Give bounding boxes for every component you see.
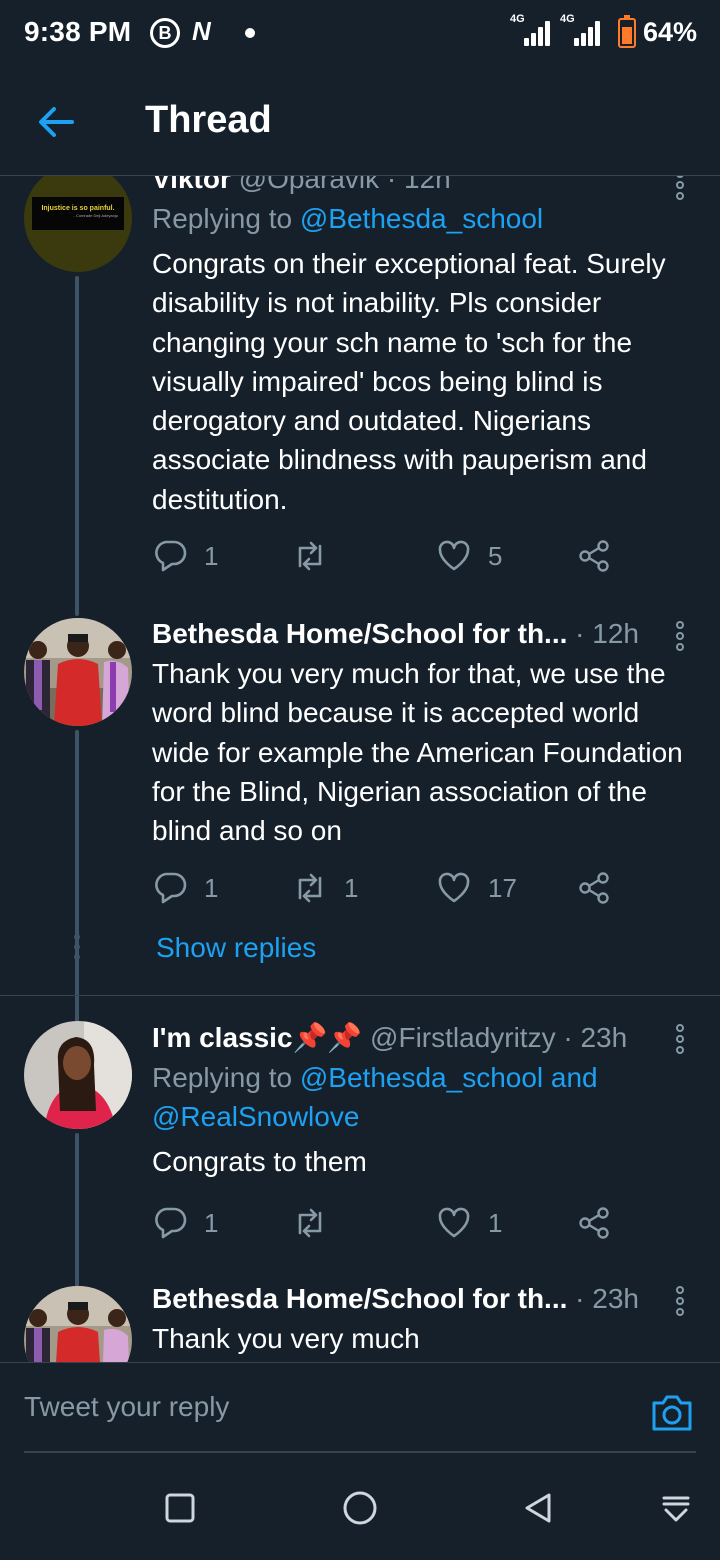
retweet-icon: [298, 1208, 322, 1238]
share-button[interactable]: [576, 868, 612, 908]
avatar-image: [24, 1286, 132, 1362]
tweet-time: 23h: [592, 1283, 639, 1314]
divider: [0, 995, 720, 996]
thread-feed[interactable]: Injustice is so painful. - Comrade Deji …: [0, 176, 720, 1362]
author-name[interactable]: I'm classic📌📌: [152, 1022, 362, 1053]
tweet-actions: 1 1 17: [152, 868, 652, 908]
avatar[interactable]: Injustice is so painful. - Comrade Deji …: [24, 176, 132, 272]
like-button[interactable]: 5: [436, 536, 502, 576]
heart-icon: [438, 1207, 470, 1238]
share-icon: [579, 872, 609, 904]
tweet-time: 12h: [592, 618, 639, 649]
avatar-image: Injustice is so painful. - Comrade Deji …: [32, 197, 124, 230]
share-icon: [579, 540, 609, 572]
separator: ·: [575, 618, 585, 649]
like-count: 5: [488, 540, 503, 571]
show-replies-link[interactable]: Show replies: [156, 932, 316, 964]
reply-count: 1: [204, 540, 219, 571]
tweet-text: Congrats on their exceptional feat. Sure…: [152, 248, 666, 515]
author-handle[interactable]: @Oparavik: [239, 176, 379, 194]
page-title: Thread: [145, 99, 272, 141]
tweet-actions: 1 5: [152, 536, 652, 576]
tweet-header: Viktor @Oparavik · 12h: [152, 176, 697, 199]
replying-to: Replying to @Bethesda_school and @RealSn…: [152, 1062, 598, 1132]
tweet-header: I'm classic📌📌 @Firstladyritzy · 23h: [152, 1018, 697, 1058]
retweet-count: 1: [344, 872, 359, 903]
reply-count: 1: [204, 1207, 219, 1238]
status-time: 9:38 PM: [24, 16, 132, 47]
like-count: 1: [488, 1207, 503, 1238]
avatar[interactable]: [24, 1021, 132, 1129]
reply-bar: Tweet your reply: [0, 1362, 720, 1460]
b-notification-icon: B: [150, 18, 180, 48]
tweet-header: Bethesda Home/School for th... · 23h: [152, 1279, 697, 1319]
replying-to: Replying to @Bethesda_school: [152, 203, 544, 234]
mention-link[interactable]: @Bethesda_school: [300, 203, 543, 234]
more-options-icon[interactable]: [670, 176, 690, 204]
reply-button[interactable]: 1: [152, 1203, 218, 1243]
reply-icon: [155, 872, 187, 904]
avatar-image: [24, 1021, 132, 1129]
tweet-time: 12h: [404, 176, 451, 194]
home-circle-icon[interactable]: [342, 1490, 378, 1531]
retweet-icon: [298, 541, 322, 571]
avatar-image: [24, 618, 132, 726]
tweet-text: Congrats to them: [152, 1146, 367, 1177]
thread-header: Thread: [0, 64, 720, 176]
reply-button[interactable]: 1: [152, 536, 218, 576]
battery-percent: 64%: [643, 17, 698, 47]
recents-square-icon[interactable]: [164, 1492, 196, 1529]
tweet-header: Bethesda Home/School for th... · 12h: [152, 614, 697, 654]
reply-count: 1: [204, 872, 219, 903]
retweet-button[interactable]: 1: [292, 868, 358, 908]
tweet-text: Thank you very much for that, we use the…: [152, 658, 683, 847]
separator: ·: [563, 1022, 573, 1053]
reply-icon: [155, 540, 187, 572]
reply-icon: [155, 1207, 187, 1239]
battery-icon: [618, 15, 636, 48]
retweet-icon: [298, 873, 322, 903]
status-bar: 9:38 PM B N 4G 4G 64%: [0, 0, 720, 64]
share-icon: [579, 1207, 609, 1239]
share-button[interactable]: [576, 1203, 612, 1243]
author-name[interactable]: Bethesda Home/School for th...: [152, 618, 567, 649]
hide-nav-bar-icon[interactable]: [660, 1494, 692, 1531]
share-button[interactable]: [576, 536, 612, 576]
more-options-icon[interactable]: [670, 621, 690, 655]
tweet-text: Thank you very much: [152, 1323, 420, 1354]
author-handle[interactable]: @Firstladyritzy: [370, 1022, 556, 1053]
thread-connector: [75, 730, 79, 1060]
system-nav-bar: [0, 1460, 720, 1560]
more-notifications-dot-icon: [245, 28, 255, 38]
reply-input-underline: [24, 1451, 696, 1453]
reply-button[interactable]: 1: [152, 868, 218, 908]
like-button[interactable]: 1: [436, 1203, 502, 1243]
back-triangle-icon[interactable]: [522, 1492, 554, 1529]
avatar[interactable]: [24, 618, 132, 726]
tweet-actions: 1 1: [152, 1203, 652, 1243]
retweet-button[interactable]: [292, 536, 344, 576]
heart-icon: [438, 540, 470, 571]
n-notification-icon: N: [192, 16, 211, 46]
thread-connector: [75, 276, 79, 616]
separator: ·: [575, 1283, 585, 1314]
separator: ·: [386, 176, 397, 194]
like-count: 17: [488, 872, 517, 903]
tweet-reply-input[interactable]: Tweet your reply: [24, 1391, 229, 1423]
like-button[interactable]: 17: [436, 868, 517, 908]
heart-icon: [438, 872, 470, 903]
more-options-icon[interactable]: [670, 1024, 690, 1058]
avatar[interactable]: [24, 1286, 132, 1362]
author-name[interactable]: Bethesda Home/School for th...: [152, 1283, 567, 1314]
author-name[interactable]: Viktor: [152, 176, 231, 194]
camera-icon[interactable]: [650, 1393, 694, 1433]
retweet-button[interactable]: [292, 1203, 344, 1243]
back-arrow-icon[interactable]: [34, 100, 78, 144]
thread-continuation-dots: [74, 934, 80, 964]
more-options-icon[interactable]: [670, 1286, 690, 1320]
tweet-time: 23h: [580, 1022, 628, 1053]
